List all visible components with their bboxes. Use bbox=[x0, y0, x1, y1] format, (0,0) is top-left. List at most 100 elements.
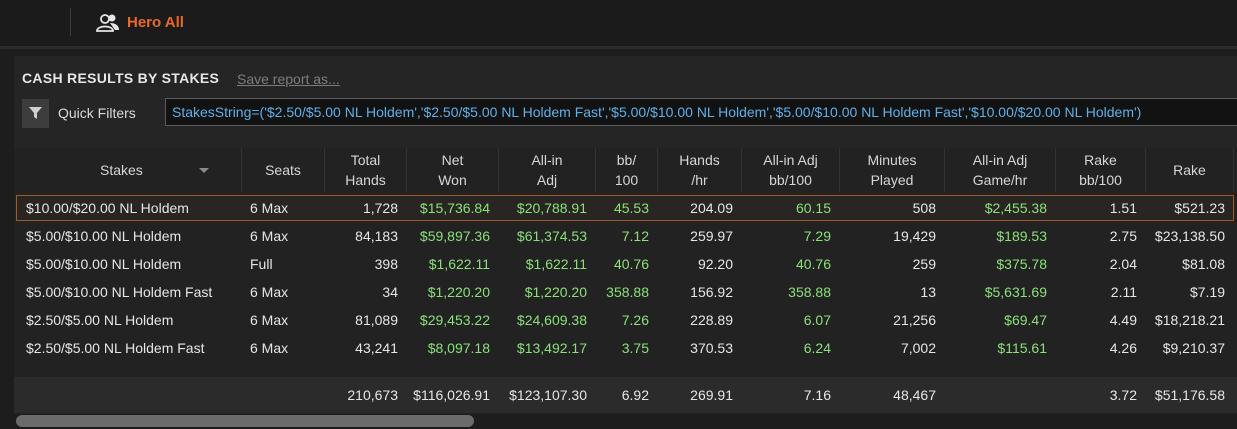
table-cell-hands-hr[interactable]: 156.92 bbox=[658, 278, 733, 306]
table-cell-allin-adj[interactable]: $13,492.17 bbox=[499, 334, 587, 362]
table-cell-rake[interactable]: $521.23 bbox=[1146, 194, 1225, 222]
sort-caret-icon[interactable] bbox=[198, 167, 209, 173]
column-header-allin-adj[interactable]: All-in Adj bbox=[499, 148, 596, 192]
table-cell-rake-bb100[interactable]: 4.26 bbox=[1056, 334, 1137, 362]
table-cell-stakes[interactable]: $5.00/$10.00 NL Holdem bbox=[26, 222, 242, 250]
table-cell-allin-adj-bb100[interactable]: 6.07 bbox=[742, 306, 831, 334]
table-cell-allin-adj[interactable]: $20,788.91 bbox=[499, 194, 587, 222]
table-cell-bb100[interactable]: 7.12 bbox=[596, 222, 649, 250]
table-cell-bb100[interactable]: 7.26 bbox=[596, 306, 649, 334]
column-header-label: bb/100 bbox=[769, 172, 812, 188]
table-cell-allin-adj-bb100[interactable]: 7.29 bbox=[742, 222, 831, 250]
table-cell-rake-bb100[interactable]: 1.51 bbox=[1056, 194, 1137, 222]
quick-filters-label: Quick Filters bbox=[58, 105, 136, 121]
table-cell-seats[interactable]: Full bbox=[250, 250, 321, 278]
table-cell-allin-adj-bb100[interactable]: 40.76 bbox=[742, 250, 831, 278]
quick-filter-input[interactable]: StakesString=('$2.50/$5.00 NL Holdem','$… bbox=[165, 98, 1237, 126]
table-cell-allin-adj[interactable]: $1,220.20 bbox=[499, 278, 587, 306]
table-cell-rake[interactable]: $81.08 bbox=[1146, 250, 1225, 278]
column-header-allin-adj-game-hr[interactable]: All-in Adj Game/hr bbox=[945, 148, 1056, 192]
table-cell-minutes-played[interactable]: 508 bbox=[840, 194, 936, 222]
table-cell-bb100[interactable]: 45.53 bbox=[596, 194, 649, 222]
table-cell-allin-adj-bb100[interactable]: 60.15 bbox=[742, 194, 831, 222]
table-cell-minutes-played[interactable]: 21,256 bbox=[840, 306, 936, 334]
column-header-total-hands[interactable]: Total Hands bbox=[325, 148, 407, 192]
table-cell-allin-adj-bb100[interactable]: 358.88 bbox=[742, 278, 831, 306]
table-cell-minutes-played[interactable]: 259 bbox=[840, 250, 936, 278]
table-cell-net-won[interactable]: $15,736.84 bbox=[407, 194, 490, 222]
table-cell-hands-hr[interactable]: 204.09 bbox=[658, 194, 733, 222]
column-header-stakes[interactable]: Stakes bbox=[14, 148, 242, 192]
column-header-minutes-played[interactable]: Minutes Played bbox=[840, 148, 945, 192]
table-cell-bb100[interactable]: 358.88 bbox=[596, 278, 649, 306]
table-cell-allin-adj-game-hr[interactable]: $115.61 bbox=[945, 334, 1047, 362]
table-cell-net-won[interactable]: $29,453.22 bbox=[407, 306, 490, 334]
table-cell-minutes-played[interactable]: 19,429 bbox=[840, 222, 936, 250]
column-header-net-won[interactable]: Net Won bbox=[407, 148, 499, 192]
table-cell-seats[interactable]: 6 Max bbox=[250, 334, 321, 362]
table-cell-minutes-played[interactable]: 7,002 bbox=[840, 334, 936, 362]
table-cell-rake[interactable]: $7.19 bbox=[1146, 278, 1225, 306]
top-toolbar: Hero All bbox=[0, 0, 1237, 46]
table-cell-allin-adj-game-hr[interactable]: $375.78 bbox=[945, 250, 1047, 278]
table-cell-allin-adj-game-hr[interactable]: $2,455.38 bbox=[945, 194, 1047, 222]
column-header-seats[interactable]: Seats bbox=[242, 148, 325, 192]
table-cell-stakes[interactable]: $2.50/$5.00 NL Holdem bbox=[26, 306, 242, 334]
table-cell-net-won[interactable]: $8,097.18 bbox=[407, 334, 490, 362]
table-cell-allin-adj[interactable]: $61,374.53 bbox=[499, 222, 587, 250]
table-cell-seats[interactable]: 6 Max bbox=[250, 278, 321, 306]
table-cell-rake-bb100[interactable]: 4.49 bbox=[1056, 306, 1137, 334]
table-cell-allin-adj-game-hr[interactable]: $69.47 bbox=[945, 306, 1047, 334]
table-cell-stakes[interactable]: $10.00/$20.00 NL Holdem bbox=[26, 194, 242, 222]
table-cell-allin-adj-bb100[interactable]: 6.24 bbox=[742, 334, 831, 362]
table-cell-seats[interactable]: 6 Max bbox=[250, 222, 321, 250]
table-cell-hands-hr[interactable]: 259.97 bbox=[658, 222, 733, 250]
table-cell-bb100[interactable]: 40.76 bbox=[596, 250, 649, 278]
table-cell-rake[interactable]: $23,138.50 bbox=[1146, 222, 1225, 250]
table-cell-rake[interactable]: $9,210.37 bbox=[1146, 334, 1225, 362]
table-cell-rake-bb100[interactable]: 2.11 bbox=[1056, 278, 1137, 306]
table-cell-seats[interactable]: 6 Max bbox=[250, 306, 321, 334]
table-cell-minutes-played[interactable]: 13 bbox=[840, 278, 936, 306]
table-cell-total-hands[interactable]: 1,728 bbox=[325, 194, 398, 222]
column-header-bb100[interactable]: bb/100 bbox=[596, 148, 658, 192]
total-cell-hands-hr: 269.91 bbox=[690, 387, 733, 403]
profile-label[interactable]: Hero All bbox=[127, 14, 184, 31]
table-cell-hands-hr[interactable]: 92.20 bbox=[658, 250, 733, 278]
column-header-label: Adj bbox=[536, 172, 558, 188]
table-cell-allin-adj-game-hr[interactable]: $5,631.69 bbox=[945, 278, 1047, 306]
table-cell-total-hands[interactable]: 84,183 bbox=[325, 222, 398, 250]
table-cell-allin-adj-game-hr[interactable]: $189.53 bbox=[945, 222, 1047, 250]
column-header-allin-adj-bb100[interactable]: All-in Adj bb/100 bbox=[742, 148, 840, 192]
column-header-label: Played bbox=[870, 172, 914, 188]
table-cell-net-won[interactable]: $1,622.11 bbox=[407, 250, 490, 278]
table-cell-net-won[interactable]: $1,220.20 bbox=[407, 278, 490, 306]
table-cell-rake-bb100[interactable]: 2.75 bbox=[1056, 222, 1137, 250]
save-report-link[interactable]: Save report as... bbox=[237, 71, 340, 87]
table-cell-total-hands[interactable]: 43,241 bbox=[325, 334, 398, 362]
table-cell-bb100[interactable]: 3.75 bbox=[596, 334, 649, 362]
table-cell-stakes[interactable]: $2.50/$5.00 NL Holdem Fast bbox=[26, 334, 242, 362]
table-cell-stakes[interactable]: $5.00/$10.00 NL Holdem bbox=[26, 250, 242, 278]
table-cell-rake[interactable]: $18,218.21 bbox=[1146, 306, 1225, 334]
column-header-label: All-in bbox=[531, 152, 563, 168]
column-header-rake-bb100[interactable]: Rake bb/100 bbox=[1056, 148, 1146, 192]
column-header-label: Minutes bbox=[867, 152, 917, 168]
table-cell-allin-adj[interactable]: $1,622.11 bbox=[499, 250, 587, 278]
column-header-rake[interactable]: Rake bbox=[1146, 148, 1234, 192]
filter-button[interactable] bbox=[22, 99, 49, 128]
total-cell-minutes-played: 48,467 bbox=[893, 387, 936, 403]
column-header-hands-hr[interactable]: Hands/hr bbox=[658, 148, 742, 192]
table-cell-total-hands[interactable]: 81,089 bbox=[325, 306, 398, 334]
table-cell-rake-bb100[interactable]: 2.04 bbox=[1056, 250, 1137, 278]
table-cell-stakes[interactable]: $5.00/$10.00 NL Holdem Fast bbox=[26, 278, 242, 306]
table-cell-hands-hr[interactable]: 370.53 bbox=[658, 334, 733, 362]
table-cell-hands-hr[interactable]: 228.89 bbox=[658, 306, 733, 334]
table-cell-seats[interactable]: 6 Max bbox=[250, 194, 321, 222]
table-cell-net-won[interactable]: $59,897.36 bbox=[407, 222, 490, 250]
table-cell-total-hands[interactable]: 398 bbox=[325, 250, 398, 278]
table-cell-allin-adj[interactable]: $24,609.38 bbox=[499, 306, 587, 334]
table-cell-total-hands[interactable]: 34 bbox=[325, 278, 398, 306]
column-header-label: Game/hr bbox=[972, 172, 1028, 188]
horizontal-scrollbar-thumb[interactable] bbox=[16, 415, 474, 427]
